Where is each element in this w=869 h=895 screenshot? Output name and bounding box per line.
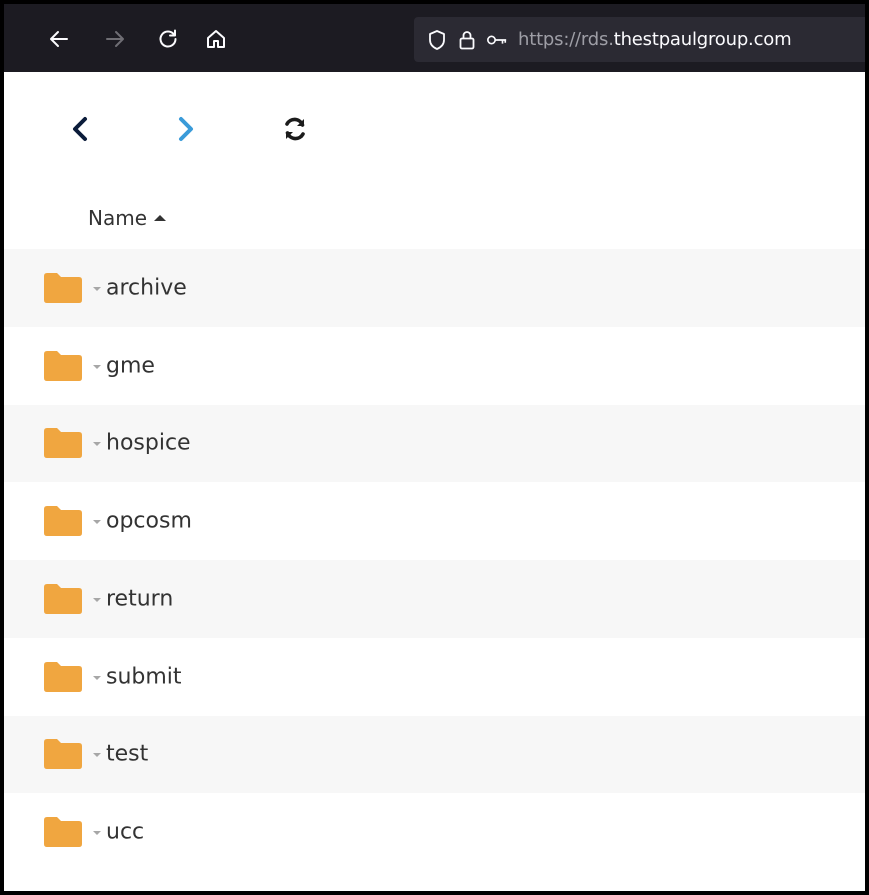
lock-icon[interactable] xyxy=(456,29,478,51)
expand-caret-icon[interactable] xyxy=(93,364,101,369)
folder-icon xyxy=(44,661,82,692)
table-row[interactable]: hospice xyxy=(4,404,865,483)
sort-ascending-icon xyxy=(154,215,167,221)
key-icon[interactable] xyxy=(486,29,508,51)
expand-caret-icon[interactable] xyxy=(93,520,101,525)
chevron-left-icon xyxy=(73,117,87,141)
table-row[interactable]: gme xyxy=(4,326,865,405)
folder-name[interactable]: opcosm xyxy=(106,509,192,534)
folder-name[interactable]: submit xyxy=(106,664,182,689)
folder-list: archive gme hospice opcosm return submit xyxy=(4,249,865,871)
chevron-right-icon xyxy=(179,117,193,141)
column-header-label: Name xyxy=(88,206,148,230)
column-header-name[interactable]: Name xyxy=(88,206,167,230)
folder-icon xyxy=(44,272,82,303)
back-arrow-icon xyxy=(50,31,68,47)
browser-reload-button[interactable] xyxy=(155,26,181,52)
table-header: Name xyxy=(4,182,865,250)
table-row[interactable]: submit xyxy=(4,637,865,716)
app-nav-bar xyxy=(4,72,865,182)
reload-icon xyxy=(159,29,177,48)
browser-forward-button[interactable] xyxy=(102,26,128,52)
url-host: thestpaulgroup.com xyxy=(613,29,792,50)
table-row[interactable]: return xyxy=(4,560,865,638)
folder-name[interactable]: ucc xyxy=(106,820,144,845)
refresh-button[interactable] xyxy=(279,112,311,146)
forward-arrow-icon xyxy=(106,31,124,47)
table-row[interactable]: test xyxy=(4,715,865,794)
folder-icon xyxy=(44,350,82,381)
expand-caret-icon[interactable] xyxy=(93,286,101,291)
folder-name[interactable]: hospice xyxy=(106,431,191,456)
app-window: https://rds.thestpaulgroup.com Name arch… xyxy=(4,4,865,891)
expand-caret-icon[interactable] xyxy=(93,442,101,447)
expand-caret-icon[interactable] xyxy=(93,753,101,758)
folder-name[interactable]: gme xyxy=(106,353,155,378)
table-row[interactable]: ucc xyxy=(4,793,865,871)
url-text[interactable]: https://rds.thestpaulgroup.com xyxy=(518,29,792,50)
folder-icon xyxy=(44,739,82,770)
url-bar[interactable]: https://rds.thestpaulgroup.com xyxy=(414,17,865,62)
nav-forward-button[interactable] xyxy=(170,112,202,146)
table-row[interactable]: opcosm xyxy=(4,482,865,560)
folder-icon xyxy=(44,506,82,537)
folder-icon xyxy=(44,428,82,459)
refresh-icon xyxy=(285,117,305,141)
browser-home-button[interactable] xyxy=(203,26,229,52)
expand-caret-icon[interactable] xyxy=(93,675,101,680)
nav-back-button[interactable] xyxy=(64,112,96,146)
folder-icon xyxy=(44,817,82,848)
home-icon xyxy=(207,30,225,48)
browser-back-button[interactable] xyxy=(46,26,72,52)
browser-toolbar: https://rds.thestpaulgroup.com xyxy=(4,4,865,72)
folder-name[interactable]: return xyxy=(106,586,173,611)
shield-icon[interactable] xyxy=(426,29,448,51)
expand-caret-icon[interactable] xyxy=(93,831,101,836)
url-scheme: https://rds. xyxy=(518,29,614,50)
folder-name[interactable]: test xyxy=(106,742,148,767)
folder-icon xyxy=(44,583,82,614)
table-row[interactable]: archive xyxy=(4,249,865,327)
folder-name[interactable]: archive xyxy=(106,275,187,300)
expand-caret-icon[interactable] xyxy=(93,597,101,602)
